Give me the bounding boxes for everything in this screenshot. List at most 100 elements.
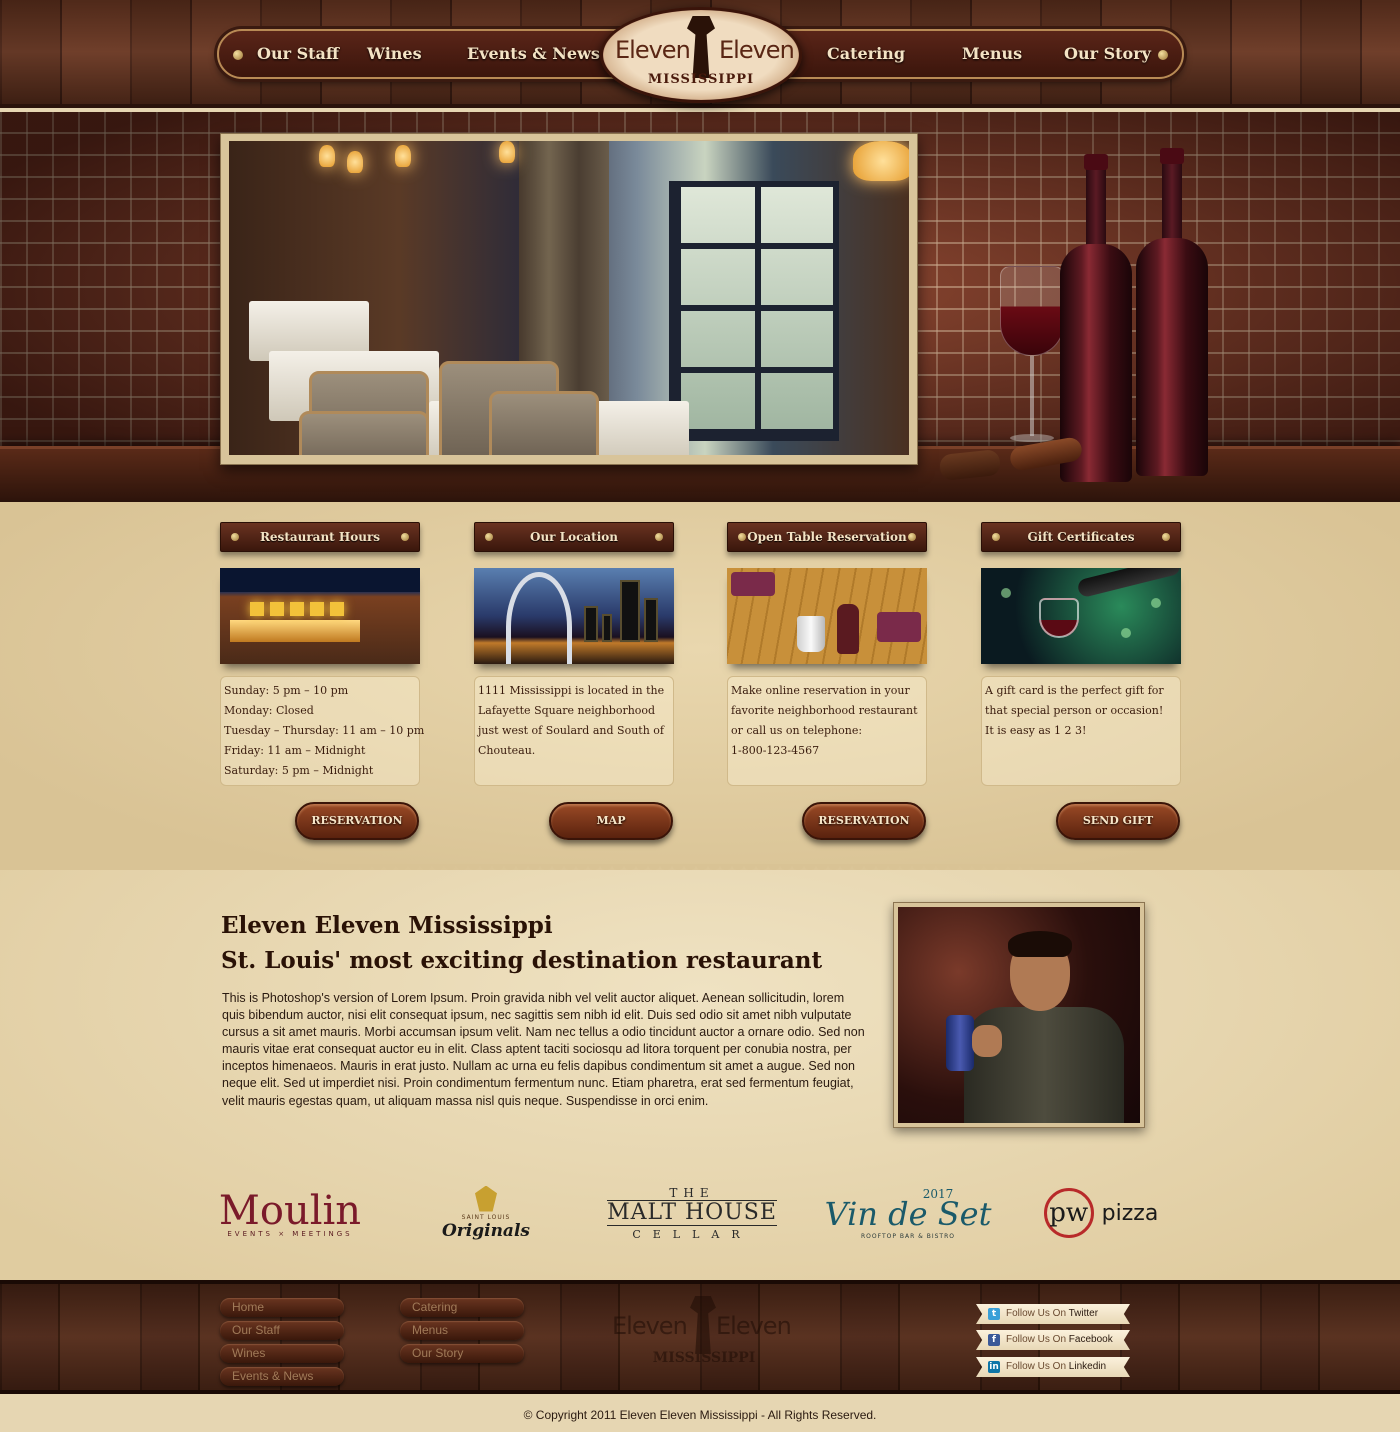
hours-line: Monday: Closed xyxy=(224,704,314,717)
footer-logo-emblem-icon xyxy=(690,1296,716,1354)
footer-link-menus[interactable]: Menus xyxy=(400,1321,524,1340)
vin-name: Vin de Set xyxy=(824,1194,992,1233)
cocktail-shaker xyxy=(946,1015,974,1071)
city-skyline-photo xyxy=(474,568,674,664)
bokeh-light xyxy=(1151,598,1161,608)
card-header: Restaurant Hours xyxy=(220,522,420,552)
about-heading-line2: St. Louis' most exciting destination res… xyxy=(221,947,823,974)
footer-logo-subtitle: MISSISSIPPI xyxy=(652,1350,756,1366)
nav-events-news[interactable]: Events & News xyxy=(467,44,600,63)
follow-twitter-link[interactable]: t Follow Us On Twitter xyxy=(976,1304,1130,1324)
site-header: Our Staff Wines Events & News Catering M… xyxy=(0,0,1400,108)
reservation-button[interactable]: RESERVATION xyxy=(295,802,419,840)
wine-pour-photo xyxy=(981,568,1181,664)
card-text-box: Sunday: 5 pm – 10 pm Monday: Closed Tues… xyxy=(220,676,425,786)
location-line: Lafayette Square neighborhood xyxy=(478,704,656,717)
awning xyxy=(290,602,304,616)
napkin xyxy=(877,612,921,642)
awning xyxy=(330,602,344,616)
gift-line: that special person or occasion! xyxy=(985,704,1164,717)
pendant-lamp xyxy=(319,145,335,167)
window xyxy=(669,181,839,441)
card-header: Gift Certificates xyxy=(981,522,1181,552)
moulin-name: Moulin xyxy=(218,1188,362,1234)
awning xyxy=(310,602,324,616)
about-body: This is Photoshop's version of Lorem Ips… xyxy=(222,991,865,1108)
moulin-tag: EVENTS × MEETINGS xyxy=(227,1230,353,1238)
storefront-glow xyxy=(230,620,360,642)
table-setting-photo xyxy=(727,568,927,664)
gift-line: It is easy as 1 2 3! xyxy=(985,724,1087,737)
awning xyxy=(270,602,284,616)
logo-subtitle: MISSISSIPPI xyxy=(647,72,755,87)
nav-wines[interactable]: Wines xyxy=(367,44,422,63)
hours-line: Sunday: 5 pm – 10 pm xyxy=(224,684,349,697)
card-gift-certificates: Gift Certificates A gift card is the per… xyxy=(981,522,1181,852)
wine-bottle xyxy=(1136,148,1208,476)
follow-prefix: Follow Us On xyxy=(1006,1308,1069,1319)
reservation-line: Make online reservation in your xyxy=(731,684,910,697)
bottle-neck xyxy=(1084,154,1108,254)
footer-link-our-staff[interactable]: Our Staff xyxy=(220,1321,344,1340)
follow-network: Linkedin xyxy=(1068,1361,1107,1372)
card-text-box: A gift card is the perfect gift for that… xyxy=(981,676,1181,786)
wine-bottle xyxy=(1060,154,1132,482)
nav-menus[interactable]: Menus xyxy=(962,44,1022,63)
phone-number: 1-800-123-4567 xyxy=(731,744,820,757)
site-logo[interactable]: Eleven Eleven MISSISSIPPI xyxy=(600,7,802,103)
feature-strip: Restaurant Hours Sunday: 5 pm – 10 pm Mo… xyxy=(0,500,1400,876)
skyscraper xyxy=(602,614,612,642)
dining-room-photo xyxy=(229,141,909,455)
follow-linkedin-link[interactable]: in Follow Us On Linkedin xyxy=(976,1357,1130,1377)
pendant-lamp xyxy=(395,145,411,167)
bokeh-light xyxy=(1001,588,1011,598)
nav-our-staff[interactable]: Our Staff xyxy=(257,44,339,63)
card-open-table: Open Table Reservation Make online reser… xyxy=(727,522,927,852)
saint-louis-originals-logo[interactable]: SAINT LOUIS Originals xyxy=(436,1170,536,1256)
restaurant-exterior-photo xyxy=(220,568,420,664)
dining-chair xyxy=(489,391,599,455)
hours-line: Saturday: 5 pm – Midnight xyxy=(224,764,374,777)
glass-stem xyxy=(1030,356,1034,436)
vin-de-set-logo[interactable]: 2017 Vin de Set ROOFTOP BAR & BISTRO xyxy=(825,1170,992,1256)
oil-cruet xyxy=(837,604,859,654)
card-header: Open Table Reservation xyxy=(727,522,927,552)
follow-network: Twitter xyxy=(1068,1308,1099,1319)
pendant-lamp xyxy=(853,141,909,181)
nav-stud-right xyxy=(1158,50,1168,60)
bottle-neck xyxy=(1160,148,1184,248)
open-table-reservation-button[interactable]: RESERVATION xyxy=(802,802,926,840)
malt-bot: CELLAR xyxy=(632,1227,752,1241)
dining-chair xyxy=(299,411,429,455)
footer-link-events-news[interactable]: Events & News xyxy=(220,1367,344,1386)
card-text-box: 1111 Mississippi is located in the Lafay… xyxy=(474,676,674,786)
nav-our-story[interactable]: Our Story xyxy=(1064,44,1151,63)
pw-pizza-logo[interactable]: pw pizza xyxy=(1030,1170,1172,1256)
map-button[interactable]: MAP xyxy=(549,802,673,840)
footer-link-catering[interactable]: Catering xyxy=(400,1298,524,1317)
nav-catering[interactable]: Catering xyxy=(827,44,905,63)
footer-logo-right-word: Eleven xyxy=(716,1312,792,1340)
pw-mark: pw xyxy=(1043,1188,1094,1238)
bottle-body xyxy=(1136,238,1208,476)
logo-emblem-icon xyxy=(687,16,715,78)
malt-mid: MALT HOUSE xyxy=(607,1199,777,1226)
send-gift-button[interactable]: SEND GIFT xyxy=(1056,802,1180,840)
footer-link-home[interactable]: Home xyxy=(220,1298,344,1317)
follow-facebook-link[interactable]: f Follow Us On Facebook xyxy=(976,1330,1130,1350)
hours-line: Tuesday – Thursday: 11 am – 10 pm xyxy=(224,724,425,737)
reservation-line: or call us on telephone: xyxy=(731,724,863,737)
about-section: Eleven Eleven Mississippi St. Louis' mos… xyxy=(0,870,1400,1280)
bartender-photo-frame xyxy=(893,902,1145,1128)
logo-right-word: Eleven xyxy=(719,36,795,64)
skyscraper xyxy=(584,606,598,642)
location-line: just west of Soulard and South of xyxy=(478,724,664,737)
footer-logo: Eleven Eleven MISSISSIPPI xyxy=(612,1294,796,1378)
card-restaurant-hours: Restaurant Hours Sunday: 5 pm – 10 pm Mo… xyxy=(220,522,425,852)
moulin-logo[interactable]: Moulin EVENTS × MEETINGS xyxy=(218,1170,362,1256)
facebook-icon: f xyxy=(988,1334,1000,1346)
gift-line: A gift card is the perfect gift for xyxy=(985,684,1164,697)
footer-link-our-story[interactable]: Our Story xyxy=(400,1344,524,1363)
footer-link-wines[interactable]: Wines xyxy=(220,1344,344,1363)
malt-house-cellar-logo[interactable]: THE MALT HOUSE CELLAR xyxy=(604,1170,780,1256)
